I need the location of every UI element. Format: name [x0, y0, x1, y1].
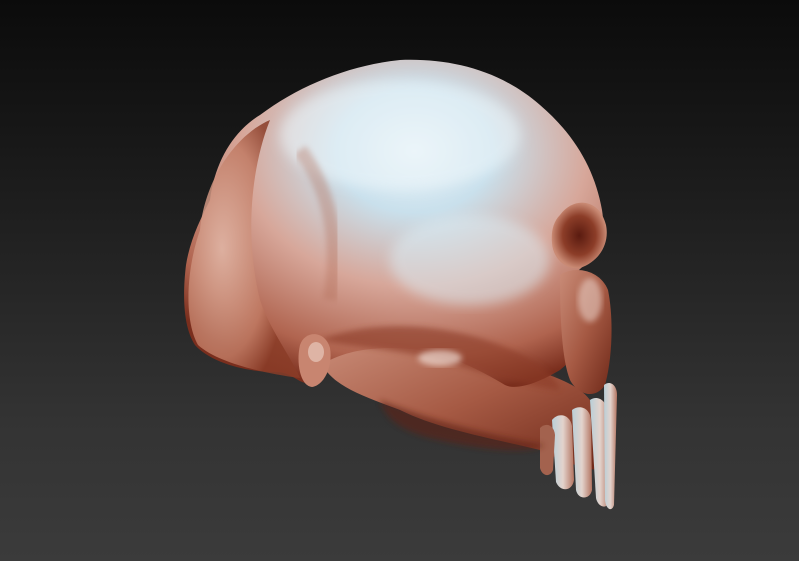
mastoid-highlight: [308, 342, 324, 362]
temporal-highlight: [390, 215, 550, 305]
3d-viewport[interactable]: [0, 0, 799, 561]
tooth: [604, 383, 617, 510]
nasal-highlight: [578, 278, 602, 322]
skull-model[interactable]: [0, 0, 799, 561]
cheek-highlight: [418, 350, 462, 366]
tooth: [552, 415, 574, 490]
tooth: [572, 407, 592, 498]
tooth: [540, 424, 555, 476]
